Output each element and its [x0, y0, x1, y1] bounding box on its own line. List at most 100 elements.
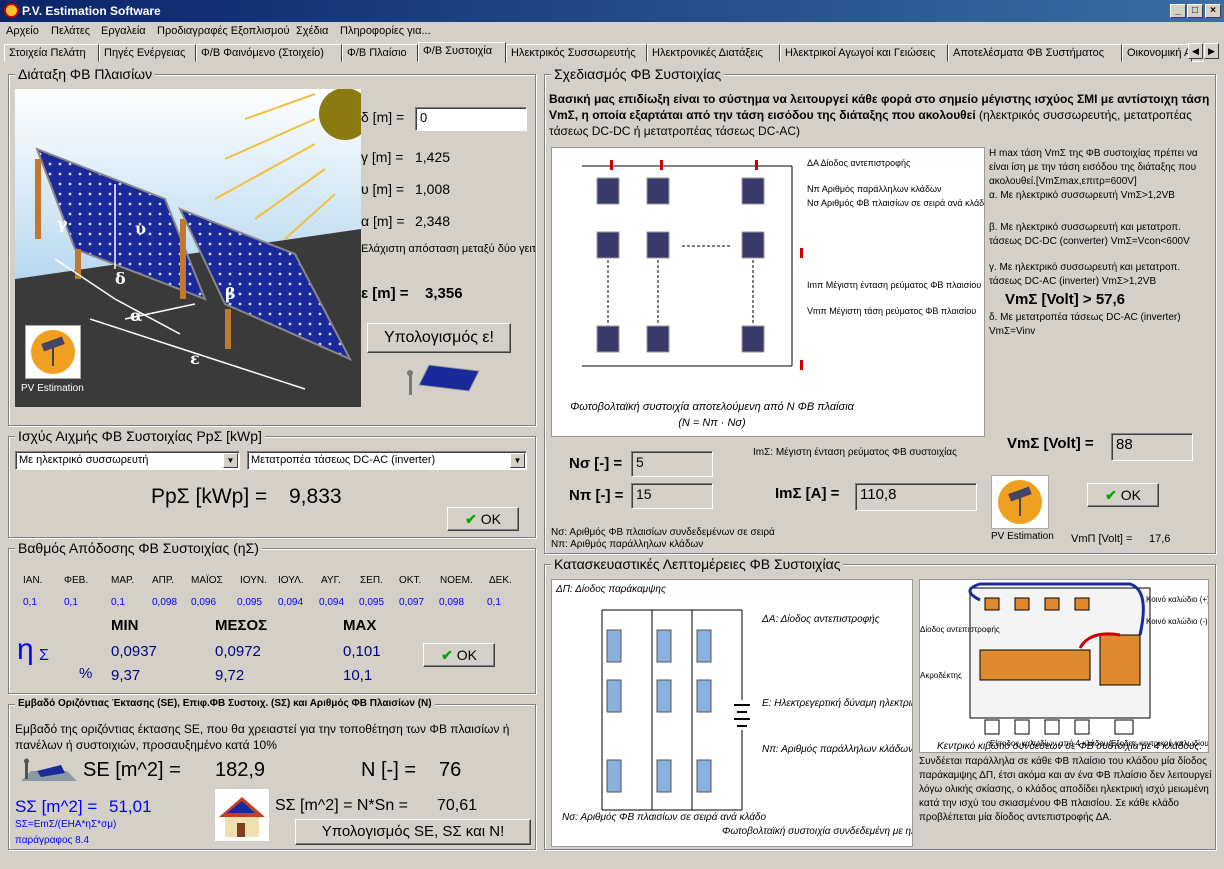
month-value: 0,095: [359, 597, 385, 608]
menu-drawings[interactable]: Σχέδια: [296, 25, 328, 37]
menu-about[interactable]: Πληροφορίες για...: [340, 25, 431, 37]
house-icon: [215, 789, 269, 841]
efficiency-ok-button[interactable]: ✔ OK: [423, 643, 495, 667]
menu-tools[interactable]: Εργαλεία: [101, 25, 146, 37]
tab-scroll-right-icon[interactable]: ▶: [1204, 43, 1219, 59]
tab-scroll-left-icon[interactable]: ◀: [1188, 43, 1203, 59]
title-bar: P.V. Estimation Software _ □ ×: [0, 0, 1224, 22]
storage-type-select[interactable]: Με ηλεκτρικό συσσωρευτή ▼: [15, 451, 240, 470]
tab-pv-module[interactable]: Φ/Β Πλαίσιο: [342, 44, 418, 62]
peak-ok-button[interactable]: ✔ OK: [447, 507, 519, 531]
menu-file[interactable]: Αρχείο: [6, 25, 39, 37]
e-label: ε [m] =: [361, 285, 409, 302]
vmp-label: VmΠ [Volt] =: [1071, 533, 1133, 545]
eta-mean-pct: 9,72: [215, 667, 245, 684]
eta-symbol: η: [17, 633, 34, 666]
tab-conductors[interactable]: Ηλεκτρικοί Αγωγοί και Γειώσεις: [780, 44, 948, 62]
month-header: ΑΠΡ.: [152, 575, 175, 586]
calc-area-button[interactable]: Υπολογισμός SE, SΣ και N!: [295, 819, 531, 845]
percent-sign: %: [79, 665, 93, 682]
area-group-title: Εμβαδό Οριζόντιας Έκτασης (SE), Επιφ.ΦΒ …: [15, 698, 435, 709]
vm-input[interactable]: 88: [1111, 433, 1193, 461]
a-value: 2,348: [415, 213, 451, 229]
legend-item: Nσ Αριθμός ΦΒ πλαισίων σε σειρά ανά κλάδ…: [807, 198, 984, 208]
menu-specs[interactable]: Προδιαγραφές Εξοπλισμού: [157, 25, 289, 37]
month-header: ΙΑΝ.: [23, 575, 43, 586]
case-d: δ. Με μετατροπέα τάσεως DC-AC (inverter)…: [989, 312, 1181, 337]
peak-power-title: Ισχύς Αιχμής ΦΒ Συστοιχίας PpΣ [kWp]: [15, 428, 265, 444]
case-b: β. Με ηλεκτρικό συσσωρευτή και μετατροπ.…: [989, 222, 1190, 247]
month-header: ΙΟΥΝ.: [240, 575, 267, 586]
diagram-beta-label: β: [225, 284, 236, 303]
diagram-caption: Φωτοβολταϊκή συστοιχία αποτελούμενη από …: [570, 401, 855, 413]
tab-electronics[interactable]: Ηλεκτρονικές Διατάξεις: [647, 44, 780, 62]
da-legend: ΔΑ: Δίοδος αντεπιστροφής: [761, 613, 880, 625]
ss2-value: 70,61: [437, 797, 478, 814]
array-layout-illustration: γ υ δ α β ε PV Estimation: [15, 89, 361, 407]
ss-value: 51,01: [109, 797, 152, 816]
tab-economic[interactable]: Οικονομική Α: [1122, 44, 1192, 62]
ns-label: Nσ [-] =: [569, 455, 623, 472]
np-input[interactable]: 15: [631, 483, 713, 509]
chevron-down-icon[interactable]: ▼: [223, 453, 238, 468]
ppe-label: PpΣ [kWp] =: [151, 485, 268, 508]
window-title: P.V. Estimation Software: [22, 4, 161, 18]
max-header: MAX: [343, 617, 377, 634]
mean-header: ΜΕΣΟΣ: [215, 617, 268, 634]
delta-label: δ [m] =: [361, 109, 405, 125]
im-input[interactable]: 110,8: [855, 483, 977, 511]
diagram-caption-formula: (N = Nπ · Nσ): [678, 417, 746, 429]
diagram-epsilon-label: ε: [190, 349, 200, 368]
gamma-label: γ [m] =: [361, 149, 404, 165]
month-header: ΟΚΤ.: [399, 575, 422, 586]
ss2-label: SΣ [m^2] = N*Sn =: [275, 797, 409, 814]
gamma-value: 1,425: [415, 149, 451, 165]
converter-type-value: Μετατροπέα τάσεως DC-AC (inverter): [251, 454, 436, 466]
pv-logo: [991, 475, 1049, 529]
tab-battery[interactable]: Ηλεκτρικός Συσσωρευτής: [506, 44, 647, 62]
tab-pv-array[interactable]: Φ/Β Συστοιχία: [418, 42, 506, 63]
month-header: ΙΟΥΛ.: [278, 575, 304, 586]
u-label: υ [m] =: [361, 181, 405, 197]
maximize-button[interactable]: □: [1187, 4, 1203, 18]
close-button[interactable]: ×: [1205, 4, 1221, 18]
e-legend: E: Ηλεκτρεγερτική δύναμη ηλεκτρικού συσσ…: [762, 697, 912, 709]
chevron-down-icon[interactable]: ▼: [510, 453, 525, 468]
array-thumbnail-icon: [399, 361, 483, 401]
u-value: 1,008: [415, 181, 451, 197]
im-label: ImΣ [A] =: [775, 485, 840, 502]
array-circuit-diagram: ΔΑ Δίοδος αντεπιστροφής Nπ Αριθμός παράλ…: [551, 147, 989, 437]
ns-input[interactable]: 5: [631, 451, 713, 477]
month-value: 0,095: [237, 597, 263, 608]
ss-formula: SΣ=EmΣ/(ΕΗΑ*ηΣ*σμ): [15, 819, 117, 830]
design-ok-button[interactable]: ✔ OK: [1087, 483, 1159, 507]
menu-clients[interactable]: Πελάτες: [51, 25, 90, 37]
converter-type-select[interactable]: Μετατροπέα τάσεως DC-AC (inverter) ▼: [247, 451, 527, 470]
im-note: ImΣ: Μέγιστη ένταση ρεύματος ΦΒ συστοιχί…: [753, 447, 957, 458]
delta-input[interactable]: 0: [415, 107, 527, 131]
diagram-alpha-label: α: [130, 306, 142, 325]
box-label: Ακροδέκτης: [920, 671, 962, 680]
check-icon: ✔: [465, 511, 477, 527]
ok-label: OK: [1120, 487, 1141, 503]
vm-min-value: VmΣ [Volt] > 57,6: [1005, 291, 1126, 308]
month-header: ΣΕΠ.: [360, 575, 383, 586]
min-distance-note: Ελάχιστη απόσταση μεταξύ δύο γειτονικών …: [361, 243, 535, 255]
area-description: Εμβαδό της οριζόντιας έκτασης SE, που θα…: [15, 722, 510, 752]
efficiency-title: Βαθμός Απόδοσης ΦΒ Συστοιχίας (ηΣ): [15, 540, 262, 556]
month-value: 0,097: [399, 597, 425, 608]
design-group-title: Σχεδιασμός ΦΒ Συστοιχίας: [551, 66, 725, 82]
month-value: 0,1: [23, 597, 37, 608]
bypass-diode-diagram: ΔΠ: Δίοδος παράκαμψης ΔΑ: Δίοδος αντεπισ…: [551, 579, 1009, 847]
tab-pv-effect[interactable]: Φ/Β Φαινόμενο (Στοιχείο): [196, 44, 342, 62]
min-header: MIN: [111, 617, 139, 634]
tab-energy-sources[interactable]: Πηγές Ενέργειας: [99, 44, 196, 62]
n-label: N [-] =: [361, 759, 417, 781]
month-value: 0,094: [278, 597, 304, 608]
vmp-value: 17,6: [1149, 533, 1171, 545]
tab-client[interactable]: Στοιχεία Πελάτη: [4, 44, 99, 62]
minimize-button[interactable]: _: [1170, 4, 1186, 18]
legend-item: Nπ Αριθμός παράλληλων κλάδων: [807, 184, 942, 194]
tab-results[interactable]: Αποτελέσματα ΦΒ Συστήματος: [948, 44, 1122, 62]
calc-e-button[interactable]: Υπολογισμός ε!: [367, 323, 511, 353]
